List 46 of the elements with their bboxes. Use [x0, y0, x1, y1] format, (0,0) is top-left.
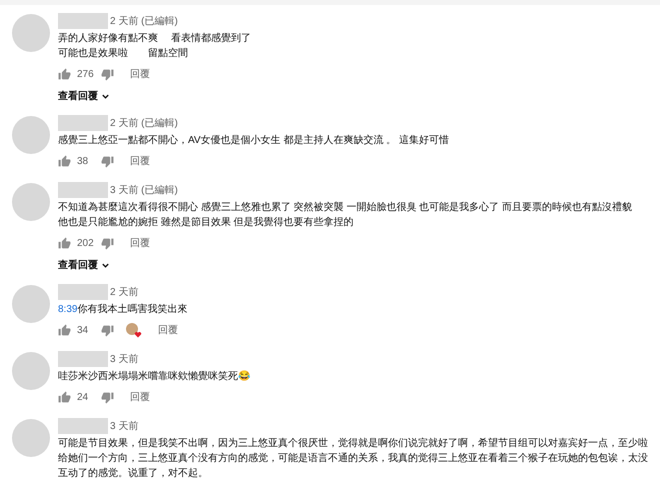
thumbs-down-icon[interactable]	[101, 390, 114, 404]
comment-time[interactable]: 2 天前 (已編輯)	[110, 116, 178, 130]
thumbs-up-icon[interactable]	[58, 236, 71, 250]
comment-time[interactable]: 3 天前 (已編輯)	[110, 182, 178, 198]
blurred-username	[58, 284, 108, 300]
blurred-username	[58, 351, 108, 367]
thumbs-down-icon[interactable]	[101, 324, 114, 336]
reply-button[interactable]: 回覆	[130, 390, 150, 404]
blurred-username	[58, 115, 108, 131]
like-count: 24	[77, 390, 90, 404]
like-count: 34	[77, 324, 90, 338]
reply-button[interactable]: 回覆	[130, 236, 150, 250]
thumbs-up-icon[interactable]	[58, 154, 71, 168]
timestamp-link[interactable]: 8:39	[58, 304, 78, 315]
comment-time[interactable]: 2 天前	[110, 284, 138, 300]
reply-button[interactable]: 回覆	[130, 154, 150, 168]
comment-time[interactable]: 3 天前	[110, 352, 138, 366]
like-count: 276	[77, 68, 95, 82]
comment-text: 感覺三上悠亞一點都不開心，AV女優也是個小女生 都是主持人在爽缺交流 。 這集好可惜	[58, 134, 450, 148]
view-replies-button[interactable]: 查看回覆	[58, 257, 648, 273]
like-count: 202	[77, 236, 95, 250]
blurred-username	[58, 13, 108, 29]
thumbs-up-icon[interactable]	[58, 390, 71, 404]
comment-text: 可能是节目效果，但是我笑不出啊，因为三上悠亚真个很厌世，觉得就是啊你们说完就好了啊，希望节目组可以对嘉宾好一点，至少啦给她们一个方向，三上悠亚真个没有方向的感觉，可能是语言不通的关系，我真的觉得三上悠亚在看着三个猴子在玩她的包包诶，太没互动了的感觉。说重了，对不起。	[58, 436, 648, 481]
view-replies-button[interactable]: 查看回覆	[58, 88, 648, 104]
comment-text: 他也是只能尷尬的婉拒 雖然是節目效果 但是我覺得也要有些拿捏的	[58, 216, 355, 230]
thumbs-down-icon[interactable]	[101, 68, 114, 80]
like-count: 38	[77, 154, 90, 168]
thumbs-up-icon[interactable]	[58, 324, 71, 336]
comment-time[interactable]: 3 天前	[110, 418, 138, 434]
thumbs-down-icon[interactable]	[101, 236, 114, 250]
comment-time[interactable]: 2 天前 (已編輯)	[110, 14, 178, 28]
creator-heart-icon	[126, 322, 142, 338]
reply-button[interactable]: 回覆	[158, 322, 178, 338]
reply-button[interactable]: 回覆	[130, 66, 150, 82]
comment-text: 可能也是效果啦 留點空間	[58, 46, 189, 61]
comment-text: 8:39你有我本土嗎害我笑出來	[58, 302, 188, 317]
thumbs-up-icon[interactable]	[58, 68, 71, 80]
blurred-username	[58, 182, 108, 198]
blurred-username	[58, 418, 108, 434]
thumbs-down-icon[interactable]	[101, 154, 114, 168]
chevron-down-icon	[101, 92, 110, 100]
comment-text: 哇莎米沙西米塌塌米嚐靠咪欸懶覺咪笑死😂	[58, 370, 251, 384]
chevron-down-icon	[101, 260, 110, 270]
comment-text: 不知道為甚麼這次看得很不開心 感覺三上悠雅也累了 突然被突襲 一開始臉也很臭 也可能是我多心了 而且要票的時候也有點沒禮貌	[58, 200, 633, 215]
comment-text: 弄的人家好像有點不爽 看表情都感覺到了	[58, 32, 252, 46]
